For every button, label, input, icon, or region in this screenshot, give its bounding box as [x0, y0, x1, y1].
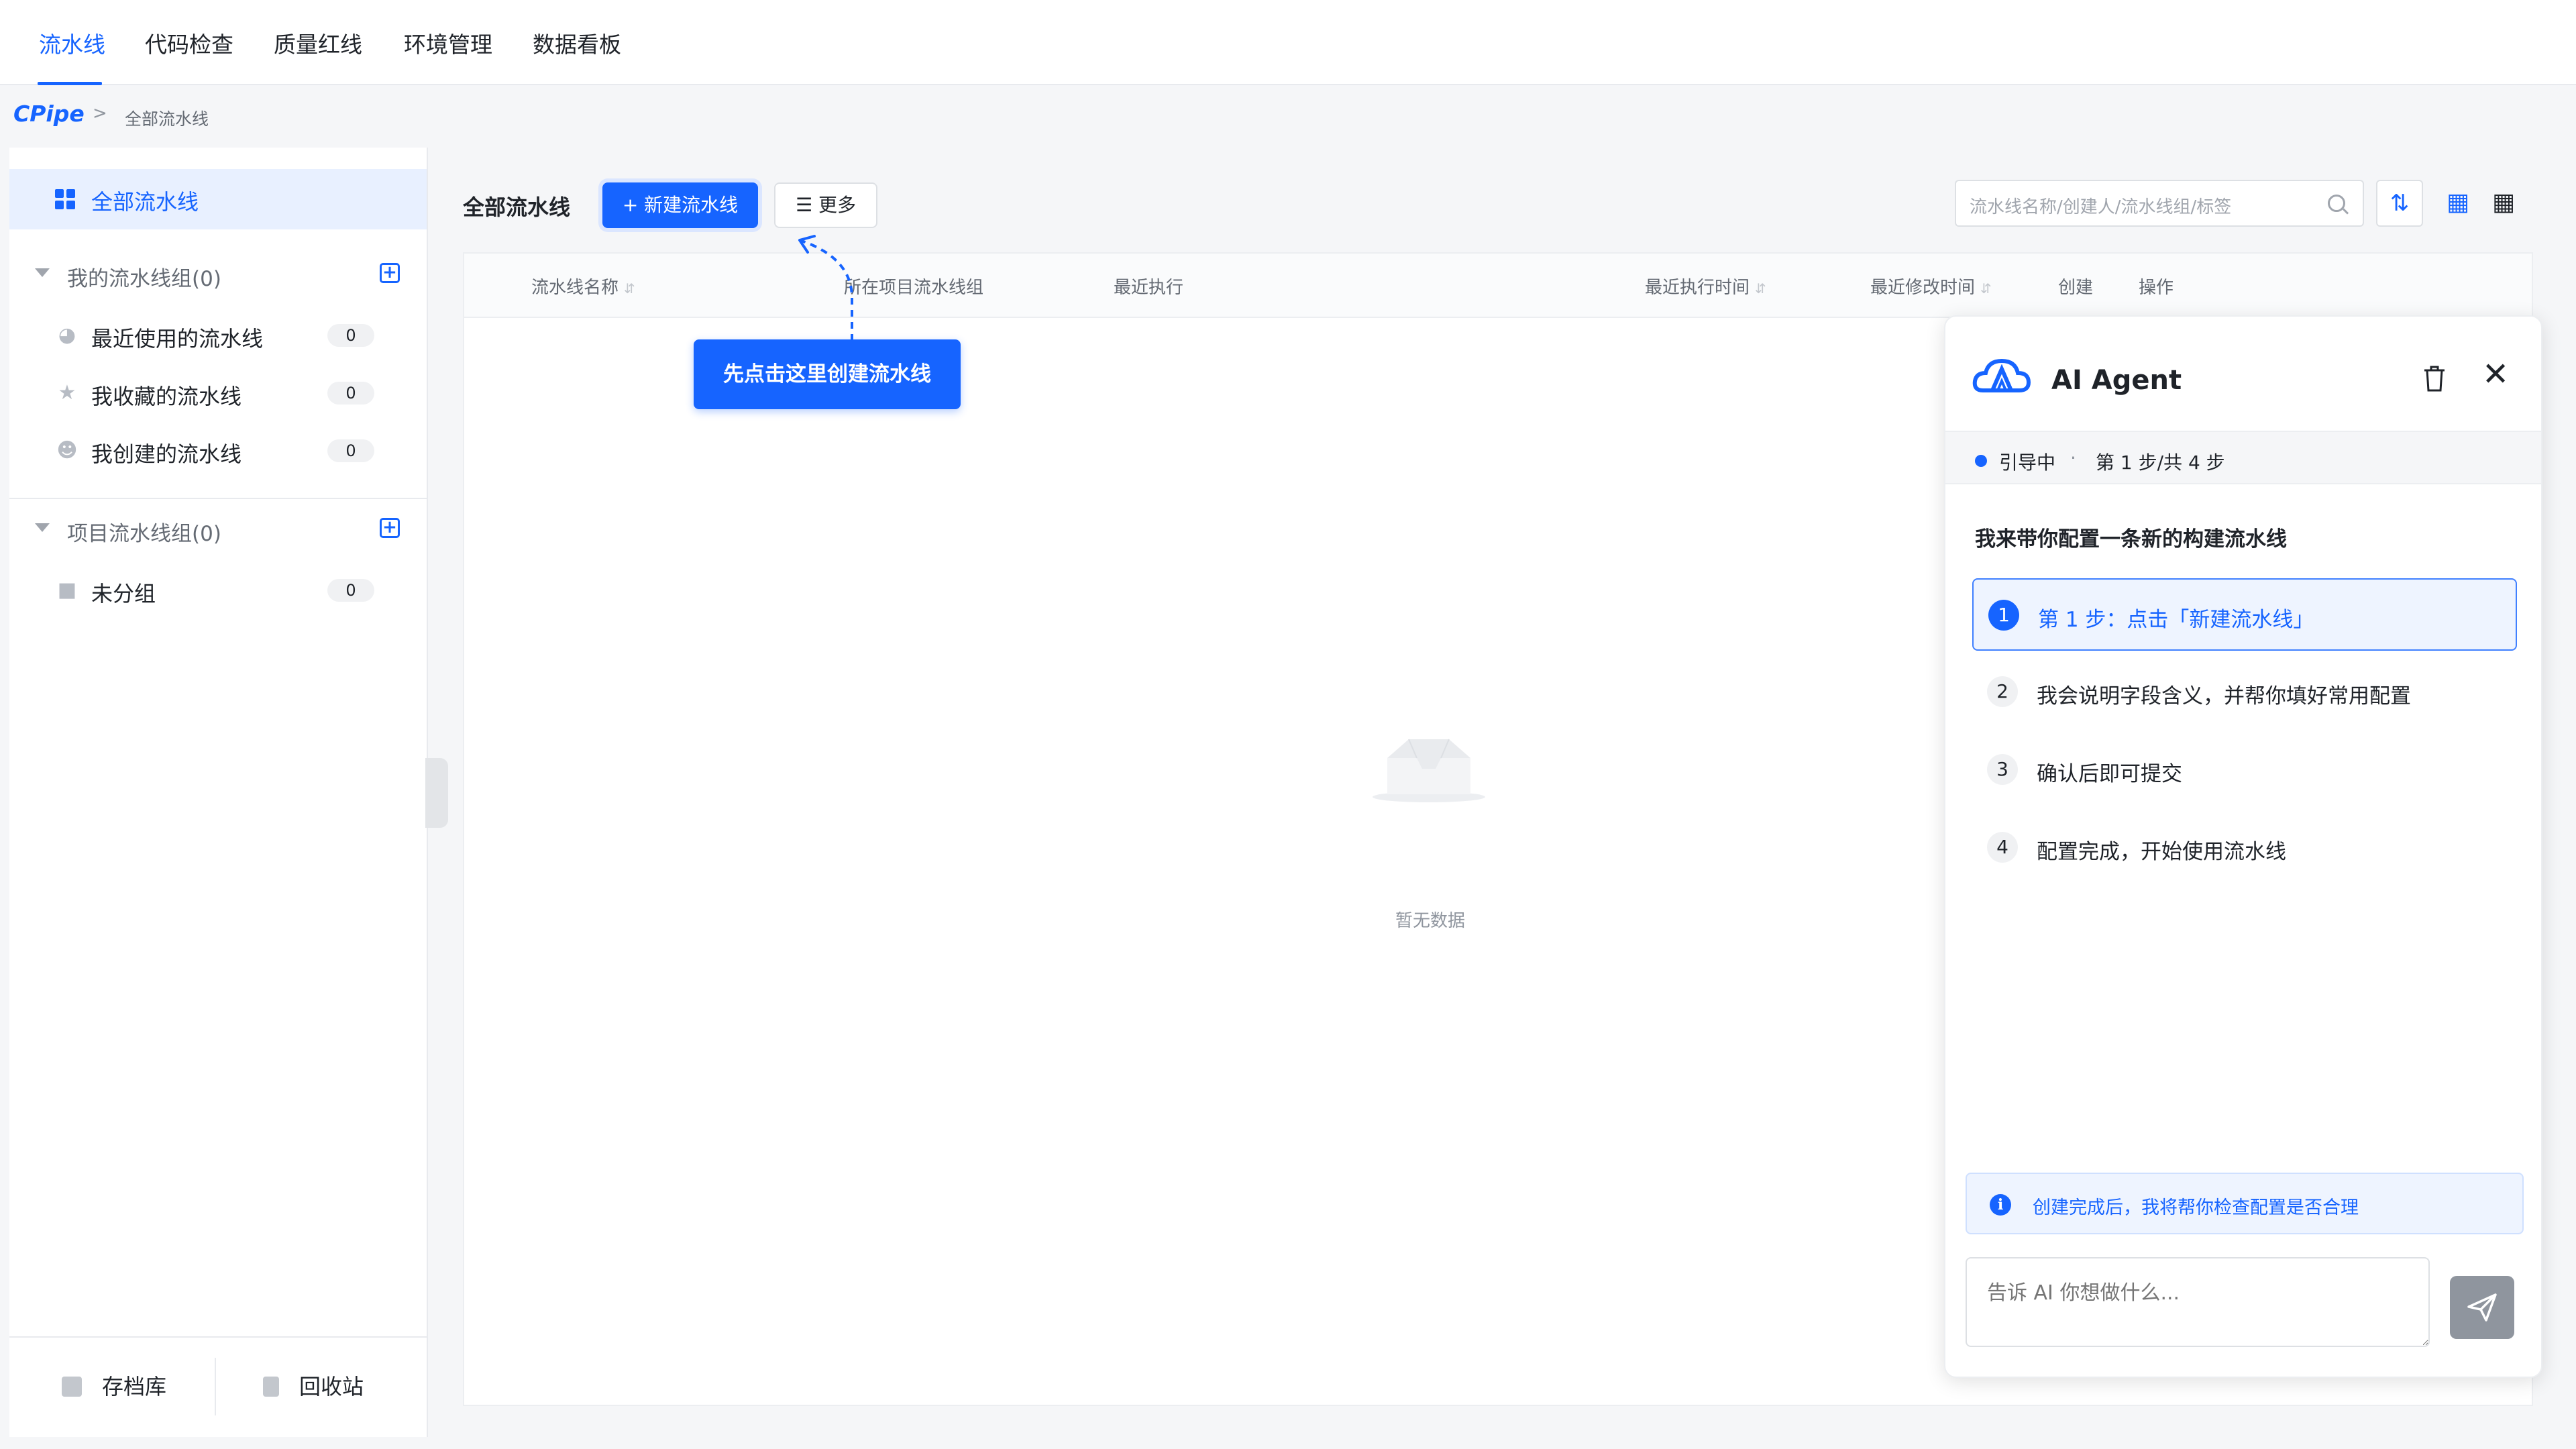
guide-callout: 先点击这里创建流水线 — [694, 339, 961, 409]
add-group-icon[interactable]: + — [380, 263, 400, 283]
caret-down-icon[interactable] — [35, 523, 50, 532]
sidebar-item-recent[interactable]: ◕ 最近使用的流水线 0 — [9, 309, 427, 362]
col-last-modified[interactable]: 最近修改时间 ⇵ — [1870, 274, 1992, 299]
ai-tip-banner: i 创建完成后，我将帮你检查配置是否合理 — [1966, 1173, 2524, 1234]
search-icon[interactable] — [2328, 195, 2345, 212]
step-text: 配置完成，开始使用流水线 — [2037, 840, 2286, 864]
star-icon: ★ — [58, 381, 76, 405]
archive-button[interactable]: 存档库 — [62, 1370, 166, 1403]
archive-label: 存档库 — [102, 1374, 167, 1399]
empty-state-text: 暂无数据 — [1395, 911, 1466, 931]
ai-panel-header: AI Agent ✕ — [1945, 317, 2541, 431]
step-item: 3 确认后即可提交 — [1972, 734, 2517, 806]
step-number: 4 — [1987, 832, 2018, 863]
count-badge: 0 — [327, 439, 374, 462]
breadcrumb-current: 全部流水线 — [125, 109, 209, 129]
my-group-label: 我的流水线组(0) — [67, 267, 221, 291]
col-last-exec-time[interactable]: 最近执行时间 ⇵ — [1645, 274, 1766, 299]
sidebar-item-label: 最近使用的流水线 — [91, 326, 264, 352]
step-number: 3 — [1987, 754, 2018, 785]
grid-icon — [55, 189, 75, 209]
step-text: 我会说明字段含义，并帮你填好常用配置 — [2037, 684, 2411, 708]
folder-icon: ■ — [57, 578, 77, 602]
recycle-label: 回收站 — [299, 1374, 364, 1399]
breadcrumb: CPipe > 全部流水线 — [0, 87, 2576, 142]
sidebar-item-label: 未分组 — [91, 581, 156, 606]
info-icon: i — [1990, 1194, 2011, 1216]
sidebar-item-ungrouped[interactable]: ■ 未分组 0 — [9, 564, 427, 617]
status-text: 引导中 — [1999, 451, 2056, 474]
count-badge: 0 — [327, 324, 374, 347]
col-created: 创建 — [2058, 278, 2094, 298]
sidebar: 全部流水线 我的流水线组(0) + ◕ 最近使用的流水线 0 ★ 我收藏的流水线… — [9, 148, 428, 1437]
sidebar-item-favorites[interactable]: ★ 我收藏的流水线 0 — [9, 366, 427, 420]
clock-icon: ◕ — [58, 323, 76, 347]
grid-view-icon[interactable]: ▦ — [2490, 189, 2517, 216]
step-text: 第 1 步：点击「新建流水线」 — [2038, 608, 2314, 632]
chevron-right-icon: > — [93, 103, 107, 123]
status-dot-icon — [1975, 455, 1987, 467]
new-pipeline-button[interactable]: + 新建流水线 — [602, 182, 758, 228]
send-icon — [2467, 1293, 2497, 1322]
sidebar-item-label: 我收藏的流水线 — [91, 384, 242, 409]
active-tab-indicator — [38, 82, 102, 85]
sidebar-item-label: 全部流水线 — [91, 189, 199, 215]
sidebar-item-label: 我创建的流水线 — [91, 441, 242, 467]
table-header: 流水线名称 ⇵ 所在项目流水线组 最近执行 最近执行时间 ⇵ 最近修改时间 ⇵ 创建 … — [464, 254, 2532, 318]
step-item: 2 我会说明字段含义，并帮你填好常用配置 — [1972, 656, 2517, 729]
step-item: 4 配置完成，开始使用流水线 — [1972, 812, 2517, 884]
recycle-bin-button[interactable]: 回收站 — [263, 1370, 364, 1403]
step-item[interactable]: 1 第 1 步：点击「新建流水线」 — [1972, 578, 2517, 651]
project-group-label: 项目流水线组(0) — [67, 522, 221, 546]
sidebar-divider — [9, 498, 427, 499]
top-nav: 流水线 代码检查 质量红线 环境管理 数据看板 — [0, 0, 2576, 85]
tab-dashboard[interactable]: 数据看板 — [533, 27, 621, 59]
project-group-header[interactable]: 项目流水线组(0) + — [9, 506, 427, 553]
user-icon: ☻ — [56, 439, 78, 462]
send-button[interactable] — [2450, 1276, 2514, 1339]
step-number: 2 — [1987, 676, 2018, 707]
progress-text: 第 1 步/共 4 步 — [2096, 451, 2225, 474]
tip-text: 创建完成后，我将帮你检查配置是否合理 — [2033, 1197, 2359, 1218]
card-view-icon[interactable]: ▦ — [2445, 189, 2471, 216]
my-group-header[interactable]: 我的流水线组(0) + — [9, 251, 427, 298]
status-separator: · — [2070, 447, 2076, 469]
tab-code-check[interactable]: 代码检查 — [145, 27, 233, 59]
ai-status-bar: 引导中 · 第 1 步/共 4 步 — [1945, 431, 2541, 484]
col-last-exec: 最近执行 — [1114, 278, 1184, 298]
step-text: 确认后即可提交 — [2037, 762, 2182, 786]
trash-icon — [263, 1377, 279, 1397]
caret-down-icon[interactable] — [35, 268, 50, 277]
trash-icon[interactable] — [2423, 365, 2446, 392]
sidebar-footer: 存档库 回收站 — [9, 1336, 427, 1437]
callout-arrow — [798, 235, 853, 341]
footer-divider — [215, 1358, 216, 1415]
ai-agent-logo-icon — [1972, 358, 2031, 392]
tab-pipeline[interactable]: 流水线 — [39, 27, 105, 59]
archive-icon — [62, 1377, 82, 1397]
col-actions: 操作 — [2139, 278, 2174, 298]
page-title: 全部流水线 — [463, 195, 571, 220]
sidebar-item-all-pipelines[interactable]: 全部流水线 — [9, 169, 427, 229]
search-input[interactable]: 流水线名称/创建人/流水线组/标签 — [1955, 180, 2364, 227]
cpipe-logo[interactable]: CPipe — [13, 101, 85, 127]
count-badge: 0 — [327, 382, 374, 405]
ai-chat-input[interactable] — [1966, 1257, 2430, 1347]
col-name[interactable]: 流水线名称 ⇵ — [531, 274, 635, 299]
sidebar-item-created[interactable]: ☻ 我创建的流水线 0 — [9, 424, 427, 478]
add-group-icon[interactable]: + — [380, 518, 400, 538]
empty-box-icon — [1373, 739, 1485, 802]
more-button[interactable]: ☰ 更多 — [774, 182, 877, 228]
sort-toggle-button[interactable]: ⇅ — [2376, 180, 2423, 227]
close-icon[interactable]: ✕ — [2482, 358, 2509, 390]
tab-environment[interactable]: 环境管理 — [404, 27, 492, 59]
ai-panel-title: AI Agent — [2051, 365, 2182, 396]
tab-quality-gate[interactable]: 质量红线 — [274, 27, 362, 59]
step-number: 1 — [1988, 600, 2019, 631]
search-placeholder: 流水线名称/创建人/流水线组/标签 — [1970, 197, 2232, 217]
count-badge: 0 — [327, 579, 374, 602]
sidebar-collapse-handle[interactable] — [425, 758, 448, 828]
ai-agent-panel: AI Agent ✕ 引导中 · 第 1 步/共 4 步 我来带你配置一条新的构… — [1944, 315, 2542, 1378]
ai-intro-text: 我来带你配置一条新的构建流水线 — [1975, 527, 2287, 551]
